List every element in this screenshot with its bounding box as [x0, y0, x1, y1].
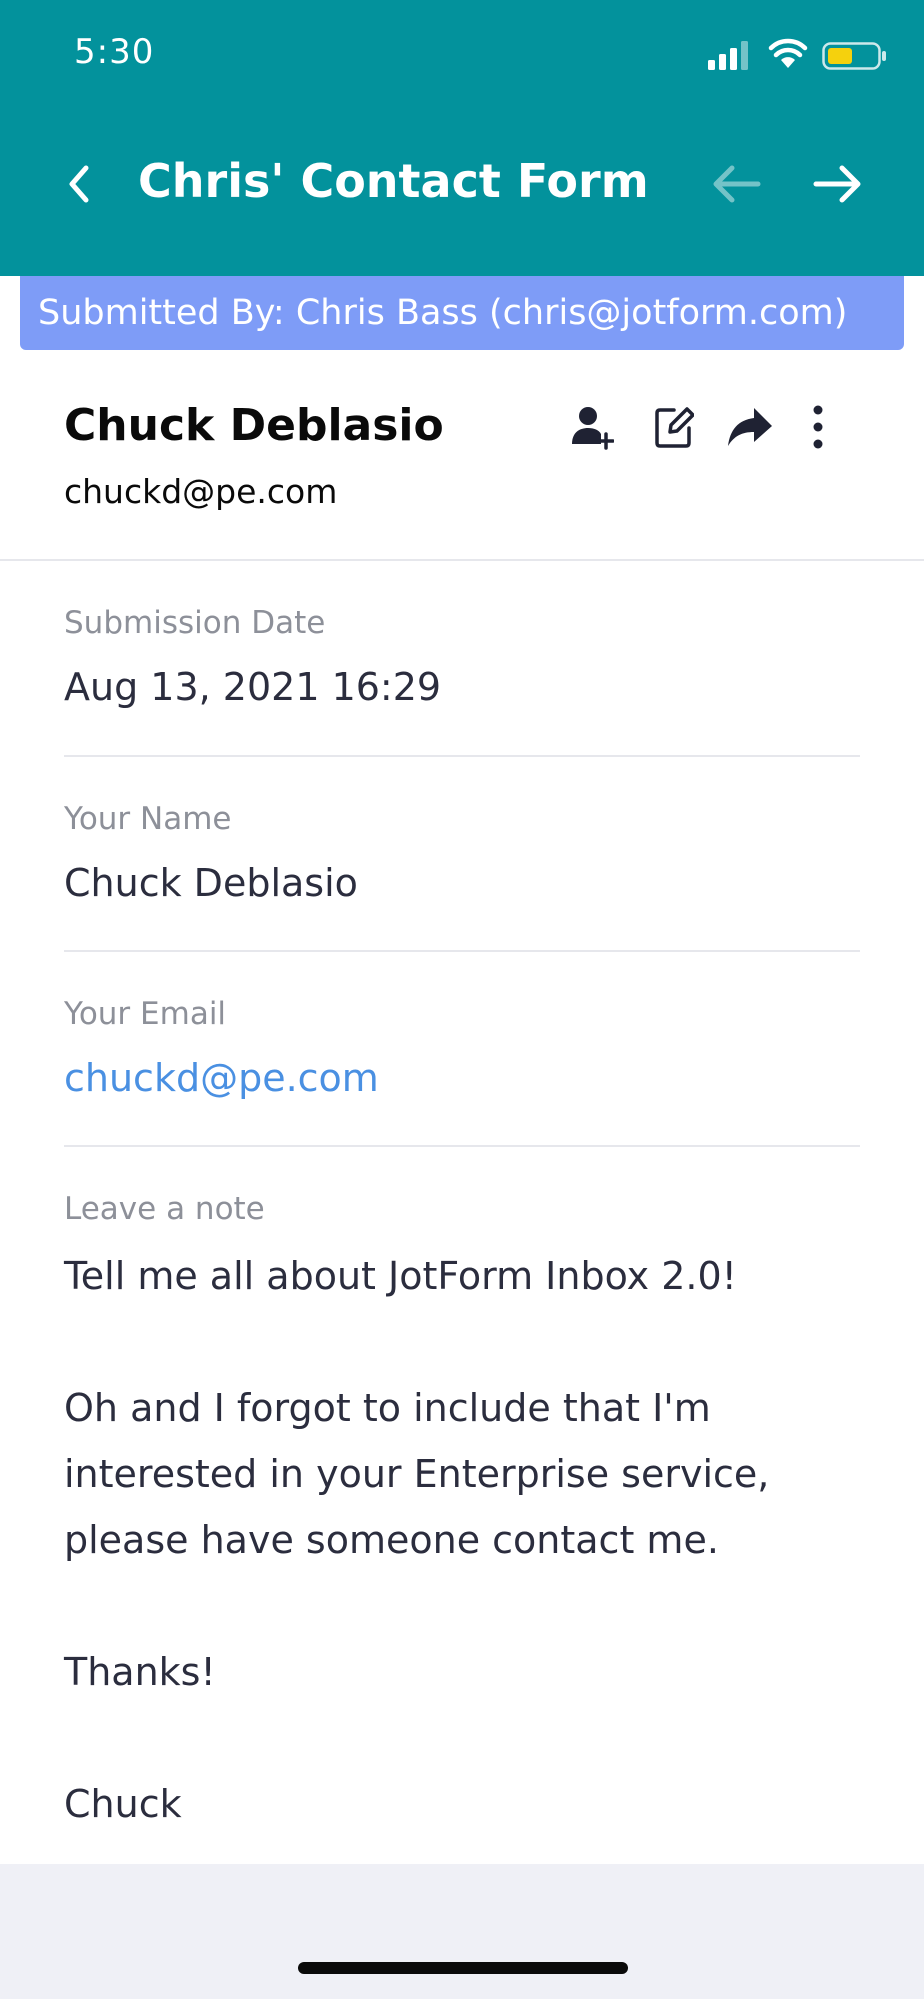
add-contact-icon[interactable] [570, 400, 614, 456]
contact-name: Chuck Deblasio [64, 400, 444, 451]
share-icon[interactable] [726, 400, 774, 456]
note-line [64, 1573, 860, 1639]
note-line [64, 1309, 860, 1375]
field-label: Leave a note [64, 1191, 265, 1227]
submission-actions [570, 400, 870, 460]
note-text: Tell me all about JotForm Inbox 2.0! Oh … [64, 1243, 860, 1837]
more-icon[interactable] [808, 400, 828, 456]
status-time: 5:30 [74, 32, 155, 72]
submission-fields: Submission Date Aug 13, 2021 16:29 Your … [64, 561, 860, 1847]
signal-icon [708, 41, 748, 70]
submission-detail-screen: 5:30 Chris' Contact Form Submitted By: C… [0, 0, 924, 1999]
previous-submission-button[interactable] [706, 154, 768, 214]
arrow-right-icon [813, 165, 861, 203]
field-your-name: Your Name Chuck Deblasio [64, 757, 860, 952]
note-line: Oh and I forgot to include that I'm [64, 1386, 711, 1430]
email-link[interactable]: chuckd@pe.com [64, 1056, 379, 1100]
note-line: Thanks! [64, 1650, 216, 1694]
field-submission-date: Submission Date Aug 13, 2021 16:29 [64, 561, 860, 757]
note-line: please have someone contact me. [64, 1518, 719, 1562]
edit-icon[interactable] [654, 400, 694, 456]
wifi-icon [768, 38, 808, 68]
note-line [64, 1705, 860, 1771]
field-leave-a-note: Leave a note Tell me all about JotForm I… [64, 1147, 860, 1847]
field-value: Chuck Deblasio [64, 861, 358, 905]
field-value: Aug 13, 2021 16:29 [64, 665, 442, 709]
submitted-by-banner: Submitted By: Chris Bass (chris@jotform.… [20, 276, 904, 350]
page-title: Chris' Contact Form [138, 154, 649, 208]
back-button[interactable] [52, 154, 112, 214]
battery-level [828, 48, 852, 64]
chevron-left-icon [69, 165, 89, 203]
next-submission-button[interactable] [806, 154, 868, 214]
battery-icon [822, 42, 886, 70]
submission-card: Submitted By: Chris Bass (chris@jotform.… [0, 276, 924, 1864]
contact-email: chuckd@pe.com [64, 472, 338, 511]
status-icons [708, 38, 888, 74]
note-line: interested in your Enterprise service, [64, 1452, 770, 1496]
field-label: Your Name [64, 801, 232, 837]
field-label: Your Email [64, 996, 227, 1032]
app-header: 5:30 Chris' Contact Form [0, 0, 924, 276]
arrow-left-icon [713, 165, 761, 203]
home-indicator[interactable] [298, 1962, 628, 1974]
note-line: Tell me all about JotForm Inbox 2.0! [64, 1254, 737, 1298]
note-line: Chuck [64, 1782, 182, 1826]
field-label: Submission Date [64, 605, 326, 641]
field-your-email: Your Email chuckd@pe.com [64, 952, 860, 1147]
